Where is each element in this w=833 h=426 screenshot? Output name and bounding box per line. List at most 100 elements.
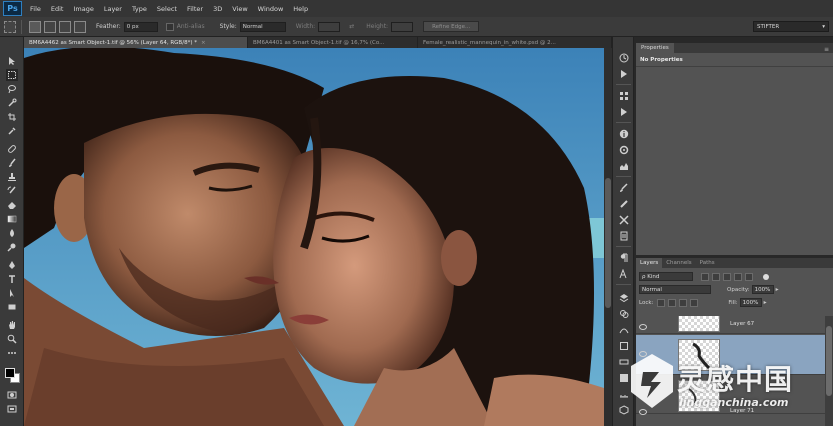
kind-filter-select[interactable]: ρ Kind [639,272,693,281]
menu-help[interactable]: Help [293,5,308,13]
quick-mask-icon[interactable] [6,389,18,401]
menu-type[interactable]: Type [132,5,147,13]
brush-icon[interactable] [617,197,630,210]
swap-icon[interactable]: ⇄ [349,23,354,30]
opacity-input[interactable]: 100% [751,285,774,294]
info-icon[interactable] [617,127,630,140]
layers-dock-icon[interactable] [617,291,630,304]
layer-row[interactable]: Layer 67 [636,316,825,334]
tab-document-2[interactable]: BM6A4401 as Smart Object-1.tif @ 16,7% (… [248,37,418,48]
lock-all-icon[interactable] [690,298,699,307]
lasso-tool-icon[interactable] [6,83,18,95]
tab-paths[interactable]: Paths [696,258,719,268]
type-tool-icon[interactable] [6,273,18,285]
tool-presets-icon[interactable] [617,229,630,242]
filter-toggle-icon[interactable] [763,273,769,280]
antialias-checkbox[interactable] [165,22,174,31]
type-filter-icon[interactable] [723,272,731,281]
clone-stamp-icon[interactable] [6,171,18,183]
refine-edge-button[interactable]: Refine Edge... [423,21,480,32]
menu-3d[interactable]: 3D [213,5,222,13]
paragraph-icon[interactable] [617,251,630,264]
blend-mode-select[interactable]: Normal [639,285,711,294]
lock-position-icon[interactable] [679,298,688,307]
width-input[interactable] [318,21,341,32]
add-selection-icon[interactable] [44,20,56,33]
marquee-tool-icon[interactable] [6,69,18,81]
brush-tool-icon[interactable] [6,157,18,169]
swatches-icon[interactable] [617,89,630,102]
zoom-tool-icon[interactable] [6,333,18,345]
panel-menu-icon[interactable]: ≡ [824,46,829,53]
subtract-selection-icon[interactable] [59,20,71,33]
actions-icon[interactable] [617,67,630,80]
new-selection-icon[interactable] [29,20,41,33]
hand-tool-icon[interactable] [6,319,18,331]
move-tool-icon[interactable] [6,55,18,67]
tab-document-1[interactable]: BM6A4462 as Smart Object-1.tif @ 56% (La… [24,37,248,48]
blur-tool-icon[interactable] [6,227,18,239]
feather-input[interactable]: 0 px [123,21,158,32]
rectangle-tool-icon[interactable] [6,301,18,313]
screen-mode-icon[interactable] [6,403,18,415]
fill-input[interactable]: 100% [739,298,762,307]
document-canvas[interactable] [24,48,604,426]
scroll-thumb[interactable] [605,178,611,308]
more-tools-icon[interactable] [6,347,18,359]
watermark-logo-icon [631,354,673,408]
menu-filter[interactable]: Filter [187,5,203,13]
play-icon[interactable] [617,105,630,118]
workspace-switcher[interactable]: STIFTER ▾ [753,21,829,32]
pen-tool-icon[interactable] [6,259,18,271]
pixel-filter-icon[interactable] [701,272,709,281]
eraser-icon[interactable] [6,199,18,211]
history-icon[interactable] [617,51,630,64]
character-icon[interactable] [617,267,630,280]
height-input[interactable] [391,21,414,32]
paths-dock-icon[interactable] [617,323,630,336]
menu-select[interactable]: Select [157,5,177,13]
menu-file[interactable]: File [30,5,41,13]
marquee-preset-icon[interactable] [4,20,16,33]
tab-document-3[interactable]: Female_realistic_mannequin_in_white.psd … [418,37,612,48]
channels-dock-icon[interactable] [617,307,630,320]
close-icon[interactable]: × [201,40,206,46]
tab-layers[interactable]: Layers [636,258,663,268]
gradient-icon[interactable] [6,213,18,225]
dodge-tool-icon[interactable] [6,241,18,253]
menu-image[interactable]: Image [73,5,93,13]
quick-selection-icon[interactable] [6,97,18,109]
chevron-down-icon[interactable]: ▸ [776,286,779,293]
path-selection-icon[interactable] [6,287,18,299]
lock-transparency-icon[interactable] [657,298,666,307]
visibility-eye-icon[interactable] [639,324,647,330]
foreground-color-swatch[interactable] [5,368,15,378]
tab-properties[interactable]: Properties [636,43,674,53]
menu-view[interactable]: View [232,5,247,13]
tab-channels[interactable]: Channels [662,258,695,268]
smart-object-filter-icon[interactable] [745,272,753,281]
menu-window[interactable]: Window [258,5,284,13]
menu-edit[interactable]: Edit [51,5,64,13]
style-select[interactable]: Normal [239,21,286,32]
histogram-icon[interactable] [617,159,630,172]
crop-tool-icon[interactable] [6,111,18,123]
eyedropper-icon[interactable] [6,125,18,137]
menu-layer[interactable]: Layer [104,5,122,13]
intersect-selection-icon[interactable] [74,20,86,33]
lock-pixels-icon[interactable] [668,298,677,307]
fill-label: Fill: [728,299,738,306]
adjustment-filter-icon[interactable] [712,272,720,281]
brush-presets-icon[interactable] [617,181,630,194]
tab-label: BM6A4462 as Smart Object-1.tif @ 56% (La… [29,39,197,46]
chevron-down-icon[interactable]: ▸ [764,299,767,306]
options-bar: Feather: 0 px Anti-alias Style: Normal W… [0,17,833,37]
clone-source-icon[interactable] [617,213,630,226]
adjustments-icon[interactable] [617,143,630,156]
healing-brush-icon[interactable] [6,143,18,155]
shape-filter-icon[interactable] [734,272,742,281]
photoshop-logo: Ps [3,1,22,16]
lock-label: Lock: [639,299,654,306]
history-brush-icon[interactable] [6,185,18,197]
canvas-vertical-scrollbar[interactable] [604,48,612,426]
